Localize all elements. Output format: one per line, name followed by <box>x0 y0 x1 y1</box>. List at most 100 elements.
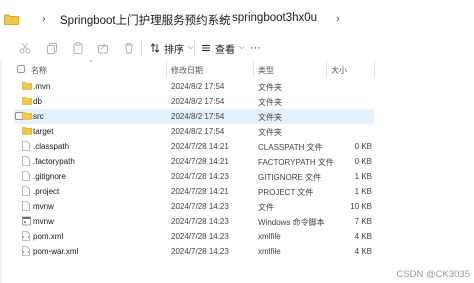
file-type: GITIGNORE 文件 <box>258 173 322 182</box>
sort-button[interactable]: 排序 ⌵ <box>150 40 193 56</box>
file-date: 2024/7/28 14:21 <box>171 142 229 151</box>
copy-icon[interactable] <box>46 41 58 59</box>
file-icon <box>22 156 30 168</box>
file-date: 2024/7/28 14:23 <box>171 232 229 241</box>
file-row[interactable]: pom.xml 2024/7/28 14:23 xmlfile 4 KB <box>14 229 374 244</box>
file-date: 2024/8/2 17:54 <box>171 82 225 91</box>
file-row[interactable]: .project 2024/7/28 14:21 PROJECT 文件 1 KB <box>14 184 374 199</box>
file-row[interactable]: mvnw 2024/7/28 14:23 Windows 命令脚本 7 KB <box>14 214 374 229</box>
file-row[interactable]: pom-war.xml 2024/7/28 14:23 xmlfile 4 KB <box>14 244 374 259</box>
file-name: pom.xml <box>33 232 64 241</box>
command-bar: 排序 ⌵ 查看 ⌵ ··· <box>0 38 474 58</box>
file-type: xmlfile <box>258 232 281 241</box>
file-icon <box>22 171 30 183</box>
sort-label: 排序 <box>164 44 184 56</box>
file-name: db <box>33 97 42 106</box>
file-icon <box>22 201 30 213</box>
file-date: 2024/7/28 14:23 <box>171 202 229 211</box>
file-size: 0 KB <box>354 157 372 166</box>
file-row[interactable]: .mvn 2024/8/2 17:54 文件夹 <box>14 79 374 94</box>
cut-icon[interactable] <box>19 41 31 59</box>
folder-icon <box>22 81 32 92</box>
chevron-right-icon: › <box>42 13 46 25</box>
file-date: 2024/7/28 14:23 <box>171 217 229 226</box>
file-type: 文件夹 <box>258 128 282 137</box>
view-button[interactable]: 查看 ⌵ <box>201 40 244 56</box>
address-bar[interactable]: › Springboot上门护理服务预约系统 › springboot3hx0u… <box>0 0 474 38</box>
file-type: Windows 命令脚本 <box>258 218 325 227</box>
file-row[interactable]: .classpath 2024/7/28 14:21 CLASSPATH 文件 … <box>14 139 374 154</box>
file-name: mvnw <box>33 202 54 211</box>
file-date: 2024/7/28 14:23 <box>171 172 229 181</box>
file-row-selected[interactable]: src 2024/8/2 17:54 文件夹 <box>14 109 374 124</box>
sort-indicator-icon: ⌃ <box>88 60 94 67</box>
column-header: ⌃ 名称 修改日期 类型 大小 <box>0 60 474 78</box>
paste-icon[interactable] <box>72 41 84 59</box>
column-name[interactable]: 名称 <box>31 65 47 76</box>
file-row[interactable]: db 2024/8/2 17:54 文件夹 <box>14 94 374 109</box>
delete-icon[interactable] <box>123 41 135 59</box>
file-type: xmlfile <box>258 247 281 256</box>
folder-icon <box>22 96 32 107</box>
file-type: 文件 <box>258 203 274 212</box>
file-size: 1 KB <box>354 172 372 181</box>
file-name: .classpath <box>33 142 70 151</box>
column-date[interactable]: 修改日期 <box>171 65 203 76</box>
column-divider <box>253 60 254 78</box>
file-type: 文件夹 <box>258 83 282 92</box>
folder-icon <box>4 12 19 30</box>
sort-icon <box>150 43 160 53</box>
file-date: 2024/8/2 17:54 <box>171 97 225 106</box>
file-name: pom-war.xml <box>33 247 79 256</box>
file-name: .project <box>33 187 60 196</box>
chevron-down-icon: ⌵ <box>239 44 245 51</box>
folder-icon <box>22 126 32 137</box>
file-size: 4 KB <box>354 247 372 256</box>
file-name: target <box>33 127 54 136</box>
file-icon <box>22 186 30 198</box>
folder-icon <box>22 111 32 122</box>
file-name: src <box>33 112 44 121</box>
file-icon <box>22 141 30 153</box>
xml-file-icon <box>22 246 30 258</box>
file-date: 2024/8/2 17:54 <box>171 127 225 136</box>
watermark: CSDN @CK3035 <box>396 269 470 280</box>
more-options-icon[interactable]: ··· <box>250 40 261 56</box>
file-type: PROJECT 文件 <box>258 188 314 197</box>
chevron-down-icon: ⌵ <box>188 44 194 51</box>
file-row[interactable]: mvnw 2024/7/28 14:23 文件 10 KB <box>14 199 374 214</box>
nav-pane-edge <box>0 60 2 283</box>
file-type: 文件夹 <box>258 113 282 122</box>
file-date: 2024/7/28 14:23 <box>171 247 229 256</box>
column-divider <box>374 60 375 78</box>
file-name: mvnw <box>33 217 54 226</box>
toolbar-divider <box>194 40 195 56</box>
column-size[interactable]: 大小 <box>331 65 347 76</box>
column-type[interactable]: 类型 <box>258 65 274 76</box>
share-icon[interactable] <box>97 41 109 59</box>
file-size: 7 KB <box>354 217 372 226</box>
breadcrumb-item[interactable]: Springboot上门护理服务预约系统 <box>60 12 231 28</box>
file-date: 2024/7/28 14:21 <box>171 187 229 196</box>
file-date: 2024/8/2 17:54 <box>171 112 225 121</box>
file-type: 文件夹 <box>258 98 282 107</box>
toolbar-divider <box>141 40 142 56</box>
file-size: 4 KB <box>354 232 372 241</box>
chevron-right-icon: › <box>336 13 340 25</box>
view-icon <box>202 45 210 51</box>
script-icon <box>22 216 31 228</box>
file-name: .factorypath <box>33 157 75 166</box>
file-type: FACTORYPATH 文件 <box>258 158 334 167</box>
file-type: CLASSPATH 文件 <box>258 143 323 152</box>
breadcrumb-item[interactable]: springboot3hx0u <box>232 12 317 24</box>
file-size: 1 KB <box>354 187 372 196</box>
file-row[interactable]: target 2024/8/2 17:54 文件夹 <box>14 124 374 139</box>
file-name: .mvn <box>33 82 51 91</box>
xml-file-icon <box>22 231 30 243</box>
file-row[interactable]: .factorypath 2024/7/28 14:21 FACTORYPATH… <box>14 154 374 169</box>
view-label: 查看 <box>215 44 235 56</box>
select-all-checkbox[interactable] <box>17 65 25 73</box>
column-divider <box>166 60 167 78</box>
file-date: 2024/7/28 14:21 <box>171 157 229 166</box>
file-row[interactable]: .gitignore 2024/7/28 14:23 GITIGNORE 文件 … <box>14 169 374 184</box>
